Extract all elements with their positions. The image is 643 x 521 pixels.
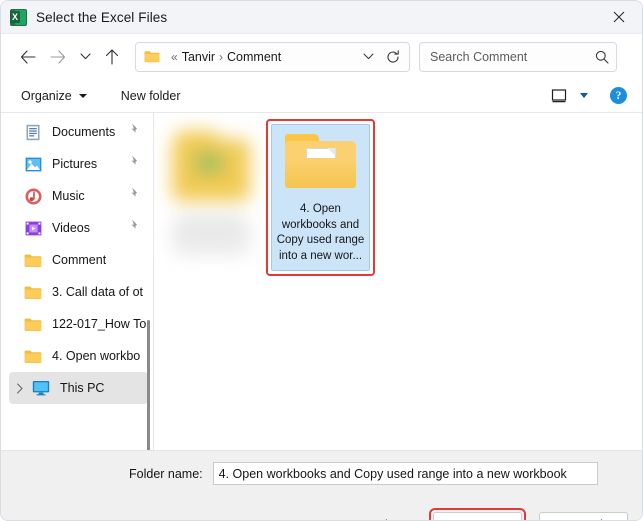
folder-icon xyxy=(23,314,43,334)
search-icon[interactable] xyxy=(595,50,609,64)
ok-button[interactable]: OK xyxy=(433,512,522,520)
footer-button-row: Tools OK Cancel xyxy=(365,508,628,521)
recent-locations-chevron-icon[interactable] xyxy=(73,42,97,72)
videos-icon xyxy=(23,218,43,238)
pin-icon[interactable] xyxy=(128,123,140,141)
sidebar-item-122-017-how-to[interactable]: 122-017_How To xyxy=(9,308,148,340)
navigation-sidebar: Documents Pictures Music Videos Comment 3. Ca… xyxy=(1,113,154,450)
list-item-selected[interactable]: X 4. Open workbooks and Copy used range … xyxy=(271,124,370,271)
sidebar-item-comment[interactable]: Comment xyxy=(9,244,148,276)
sidebar-item-music[interactable]: Music xyxy=(9,180,148,212)
window-title: Select the Excel Files xyxy=(36,9,168,25)
title-bar: X Select the Excel Files xyxy=(1,1,642,34)
refresh-icon[interactable] xyxy=(381,45,405,69)
selection-highlight-box: X 4. Open workbooks and Copy used range … xyxy=(266,119,375,276)
breadcrumb-crumb-1[interactable]: Comment xyxy=(227,50,281,64)
folder-icon xyxy=(23,282,43,302)
organize-button[interactable]: Organize xyxy=(13,83,95,109)
pictures-icon xyxy=(23,154,43,174)
help-icon[interactable]: ? xyxy=(610,87,627,104)
sidebar-item-label: Pictures xyxy=(52,157,98,171)
organize-label: Organize xyxy=(21,88,72,103)
back-arrow-icon[interactable] xyxy=(13,42,43,72)
dialog-footer: Folder name: exceldemy EXCEL · DATA · BI… xyxy=(1,450,642,521)
command-bar-right-group: ? xyxy=(546,83,630,109)
folder-icon xyxy=(144,50,160,63)
sidebar-item-label: 3. Call data of ot xyxy=(52,285,144,299)
blurred-folder-thumbnail xyxy=(160,125,263,288)
pin-icon[interactable] xyxy=(128,219,140,237)
sidebar-item-4-open-workbo[interactable]: 4. Open workbo xyxy=(9,340,148,372)
tools-button[interactable]: Tools xyxy=(365,513,417,521)
new-folder-label: New folder xyxy=(120,88,181,103)
excel-icon: X xyxy=(10,8,27,26)
chevron-down-icon[interactable] xyxy=(574,83,594,109)
tile-strip: X 4. Open workbooks and Copy used range … xyxy=(160,119,642,296)
excel-icon-letter: X xyxy=(10,10,20,23)
documents-icon xyxy=(23,122,43,142)
breadcrumb-overflow[interactable]: « xyxy=(171,50,178,64)
navigation-bar: « Tanvir › Comment xyxy=(1,34,642,79)
search-input[interactable] xyxy=(430,49,591,64)
command-bar: Organize New folder ? xyxy=(1,79,642,113)
folder-name-label: Folder name: xyxy=(129,466,203,481)
sidebar-item-videos[interactable]: Videos xyxy=(9,212,148,244)
tools-label: Tools xyxy=(365,518,394,521)
list-item[interactable] xyxy=(160,119,263,296)
dialog-body: Documents Pictures Music Videos Comment 3. Ca… xyxy=(1,113,642,450)
breadcrumb-crumb-0[interactable]: Tanvir xyxy=(182,50,215,64)
pin-icon[interactable] xyxy=(128,155,140,173)
folder-icon xyxy=(23,346,43,366)
sidebar-item-label: Videos xyxy=(52,221,90,235)
breadcrumb-separator: › xyxy=(219,49,224,64)
sidebar-scroll-area: Documents Pictures Music Videos Comment 3. Ca… xyxy=(1,113,153,450)
forward-arrow-icon[interactable] xyxy=(43,42,73,72)
sidebar-item-label: Comment xyxy=(52,253,107,267)
help-label: ? xyxy=(615,89,622,102)
up-arrow-icon[interactable] xyxy=(97,42,127,72)
sidebar-item-label: Music xyxy=(52,189,85,203)
this-pc-icon xyxy=(31,378,51,398)
folder-name-row: Folder name: xyxy=(1,462,642,485)
list-item-label: 4. Open workbooks and Copy used range in… xyxy=(276,203,365,262)
sidebar-item-label: 122-017_How To xyxy=(52,317,147,331)
music-icon xyxy=(23,186,43,206)
ok-highlight-box: OK xyxy=(429,508,526,520)
chevron-right-icon[interactable] xyxy=(9,372,31,404)
sidebar-scrollbar[interactable] xyxy=(147,320,150,450)
cancel-button[interactable]: Cancel xyxy=(539,512,628,520)
sidebar-item-label: Documents xyxy=(52,125,116,139)
sidebar-item-documents[interactable]: Documents xyxy=(9,116,148,148)
sidebar-item-this-pc[interactable]: This PC xyxy=(9,372,148,404)
folder-name-input[interactable] xyxy=(212,462,598,485)
chevron-down-icon[interactable] xyxy=(357,45,379,69)
sidebar-item-label: This PC xyxy=(60,381,105,395)
search-box[interactable] xyxy=(419,41,617,72)
address-bar[interactable]: « Tanvir › Comment xyxy=(135,41,410,72)
sidebar-item-pictures[interactable]: Pictures xyxy=(9,148,148,180)
caret-down-icon xyxy=(78,93,87,98)
excel-folder-icon: X xyxy=(284,132,358,194)
sidebar-item-label: 4. Open workbo xyxy=(52,349,141,363)
close-icon[interactable] xyxy=(596,1,642,33)
folder-icon xyxy=(23,250,43,270)
file-list-view: X 4. Open workbooks and Copy used range … xyxy=(154,113,642,450)
sidebar-item-3-call-data-of-ot[interactable]: 3. Call data of ot xyxy=(9,276,148,308)
pin-icon[interactable] xyxy=(128,187,140,205)
file-picker-dialog: X Select the Excel Files « Tanvir › Comm… xyxy=(0,0,643,521)
new-folder-button[interactable]: New folder xyxy=(113,83,189,109)
layout-view-icon[interactable] xyxy=(546,83,572,109)
